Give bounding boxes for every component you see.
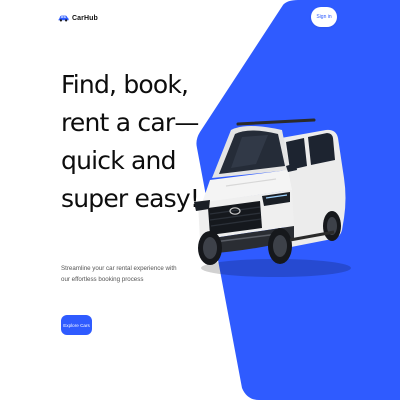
explore-cars-button[interactable]: Explore Cars (61, 315, 92, 335)
landing-page: CarHub Sign in Find, book, rent a car— q… (0, 0, 400, 400)
brand-logo[interactable]: CarHub (58, 11, 98, 25)
sign-in-button[interactable]: Sign in (311, 7, 337, 27)
car-icon (58, 15, 69, 22)
headline-line: Find, book, (61, 70, 189, 99)
subtitle-line: our effortless booking process (61, 275, 144, 283)
subtitle-line: Streamline your car rental experience wi… (61, 265, 177, 272)
hero-car-image (194, 118, 351, 277)
hero-subtitle: Streamline your car rental experience wi… (61, 264, 181, 285)
brand-name: CarHub (72, 14, 98, 22)
